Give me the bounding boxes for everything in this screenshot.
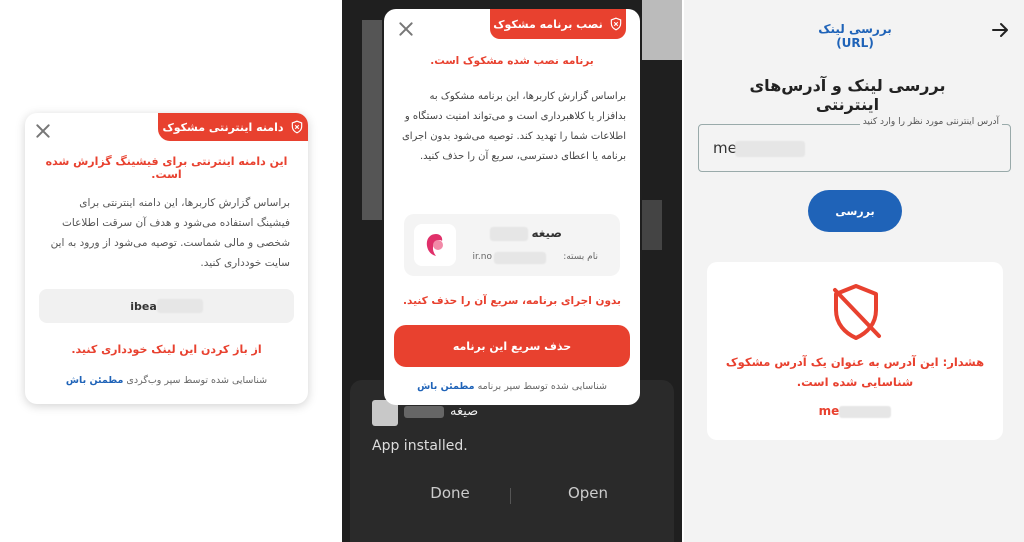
redacted-url-part bbox=[839, 406, 892, 418]
screenshot-collage: دامنه اینترنتی مشکوک این دامنه اینترنتی … bbox=[0, 0, 1024, 542]
badge-label: نصب برنامه مشکوک bbox=[493, 17, 603, 31]
dialog-title: برنامه نصب شده مشکوک است. bbox=[430, 55, 594, 67]
close-icon[interactable] bbox=[35, 123, 51, 139]
page-header: بررسی لینک (URL) bbox=[818, 22, 892, 50]
dialog-title: این دامنه اینترنتی برای فیشینگ گزارش شده… bbox=[45, 155, 288, 181]
app-info-card: صیغه نام بسته: ir.no bbox=[404, 214, 620, 276]
close-icon[interactable] bbox=[398, 21, 414, 37]
delete-app-button[interactable]: حذف سریع این برنامه bbox=[394, 325, 630, 367]
dialog-warning: از باز کردن این لینک خودداری کنید. bbox=[71, 343, 262, 356]
badge-label: دامنه اینترنتی مشکوک bbox=[162, 120, 284, 134]
footer-text: شناسایی شده توسط سپر وب‌گردی bbox=[126, 375, 268, 386]
domain-url-text: ibea bbox=[130, 299, 157, 313]
shield-icon bbox=[291, 120, 302, 134]
shield-off-icon bbox=[833, 284, 881, 340]
done-button[interactable]: Done bbox=[422, 484, 478, 502]
result-warning: هشدار: این آدرس به عنوان یک آدرس مشکوک ش… bbox=[725, 355, 985, 389]
notification-app-name: صیغه bbox=[450, 404, 479, 419]
suspicious-app-dialog: نصب برنامه مشکوک برنامه نصب شده مشکوک اس… bbox=[384, 9, 640, 405]
shield-icon bbox=[610, 17, 622, 31]
redacted-app-name bbox=[490, 227, 528, 241]
dialog-footer: شناسایی شده توسط سپر وب‌گردی مطمئن باش bbox=[35, 375, 298, 386]
dialog-body: براساس گزارش کاربرها، این برنامه مشکوک ب… bbox=[401, 91, 626, 162]
redacted-url-part bbox=[156, 299, 203, 313]
app-name: صیغه bbox=[531, 226, 562, 240]
open-button[interactable]: Open bbox=[560, 484, 616, 502]
domain-url-box: ibea bbox=[39, 289, 294, 323]
url-input[interactable]: آدرس اینترنتی مورد نظر را وارد کنید me bbox=[698, 117, 1011, 172]
redacted-package-name bbox=[494, 252, 546, 264]
url-input-value: me bbox=[713, 139, 737, 157]
background-shape bbox=[642, 200, 662, 250]
dialog-warning: بدون اجرای برنامه، سریع آن را حذف کنید. bbox=[403, 295, 621, 307]
redacted-url-part bbox=[735, 141, 805, 157]
package-name: ir.no bbox=[472, 252, 492, 262]
notification-message: App installed. bbox=[372, 438, 468, 454]
phishing-domain-dialog: دامنه اینترنتی مشکوک این دامنه اینترنتی … bbox=[25, 113, 308, 404]
button-divider bbox=[510, 488, 511, 504]
woman-silhouette-icon bbox=[426, 234, 443, 256]
page-title: بررسی لینک و آدرس‌های اینترنتی bbox=[749, 76, 946, 114]
redacted-app-name bbox=[404, 406, 444, 418]
background-shape bbox=[362, 20, 382, 220]
dialog-footer: شناسایی شده توسط سپر برنامه مطمئن باش bbox=[394, 381, 630, 392]
url-input-label: آدرس اینترنتی مورد نظر را وارد کنید bbox=[859, 117, 1002, 127]
footer-brand[interactable]: مطمئن باش bbox=[66, 375, 123, 386]
result-url: me bbox=[707, 404, 1003, 418]
result-url-text: me bbox=[818, 404, 840, 418]
app-logo-icon bbox=[414, 224, 456, 266]
result-card: هشدار: این آدرس به عنوان یک آدرس مشکوک ش… bbox=[707, 262, 1003, 440]
suspicious-app-badge: نصب برنامه مشکوک bbox=[490, 9, 626, 39]
back-arrow-icon[interactable] bbox=[990, 20, 1010, 40]
footer-text: شناسایی شده توسط سپر برنامه bbox=[477, 381, 607, 392]
package-label: نام بسته: bbox=[563, 252, 598, 262]
check-button[interactable]: بررسی bbox=[808, 190, 902, 232]
suspicious-domain-badge: دامنه اینترنتی مشکوک bbox=[158, 113, 308, 141]
dialog-body: براساس گزارش کاربرها، این دامنه اینترنتی… bbox=[50, 197, 290, 269]
footer-brand[interactable]: مطمئن باش bbox=[417, 381, 474, 392]
background-shape bbox=[642, 0, 682, 60]
